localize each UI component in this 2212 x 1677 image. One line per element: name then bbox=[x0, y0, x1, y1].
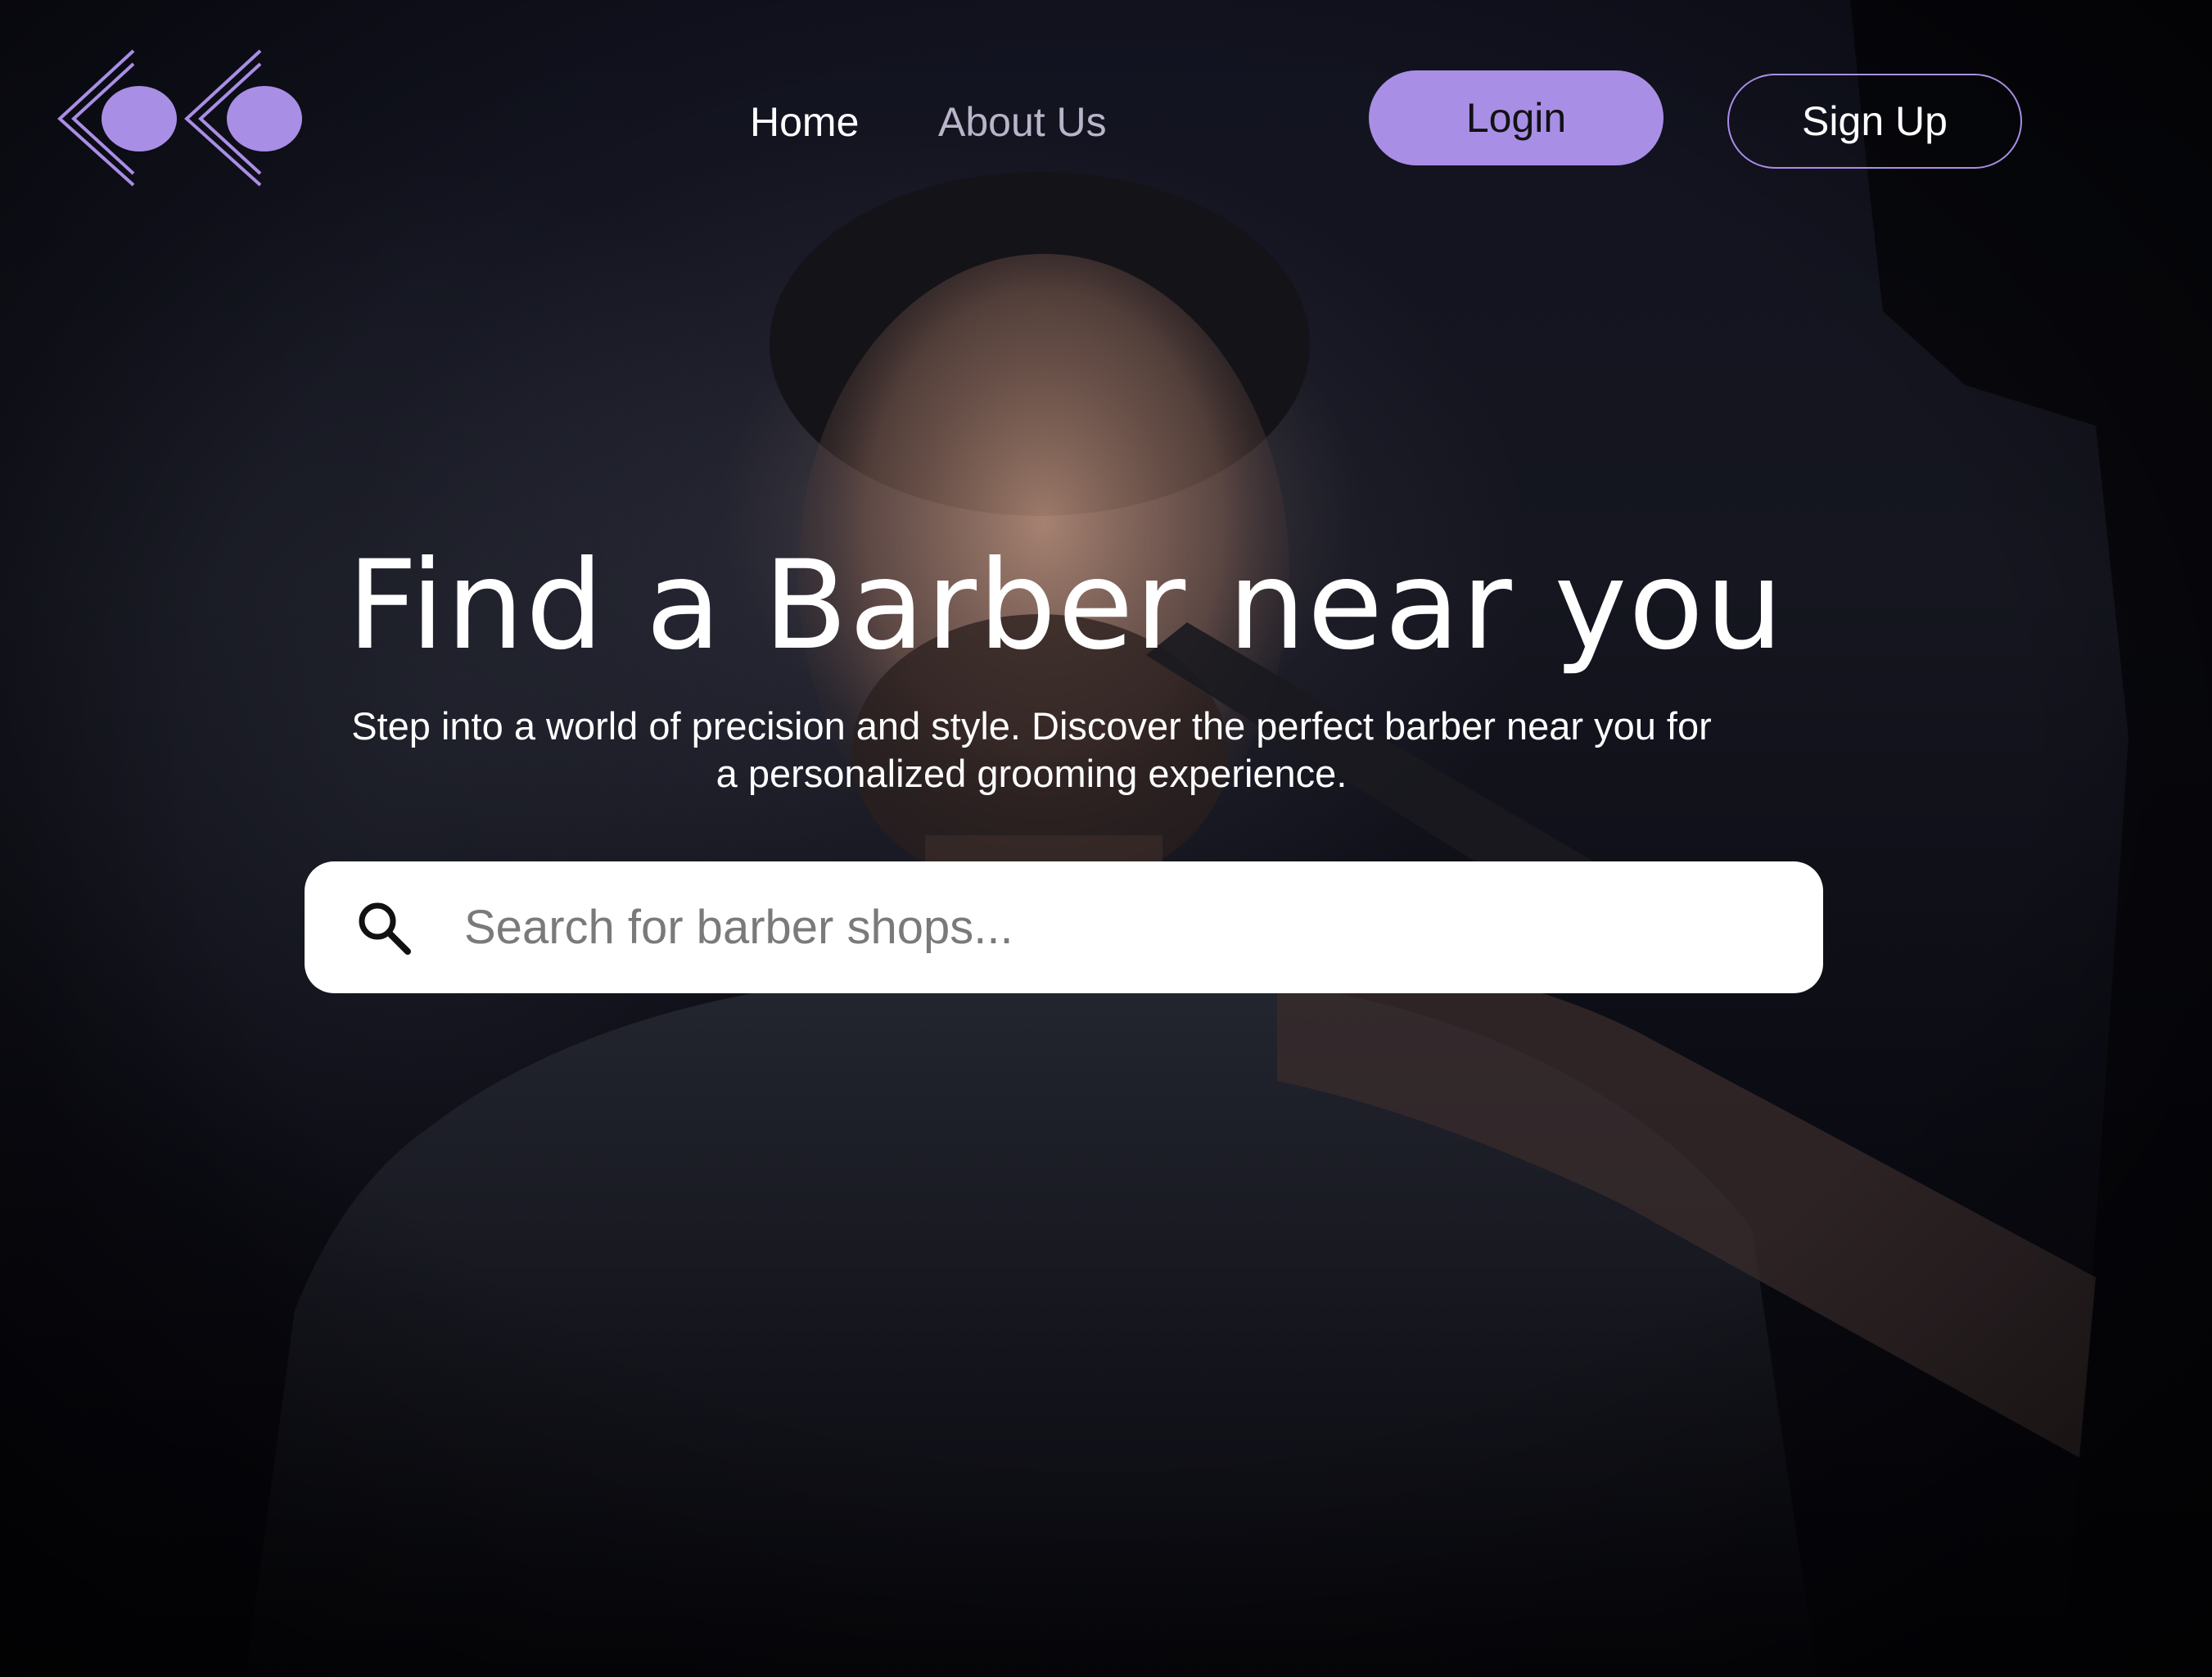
login-button-label: Login bbox=[1465, 95, 1567, 141]
signup-button[interactable]: Sign Up bbox=[1727, 74, 2022, 169]
search-icon[interactable] bbox=[355, 899, 413, 956]
logo[interactable] bbox=[56, 49, 309, 188]
barber-scene-illustration bbox=[0, 0, 2212, 1677]
landing-page: Home About Us Login Sign Up Find a Barbe… bbox=[0, 0, 2212, 1677]
search-input[interactable] bbox=[464, 886, 1774, 968]
nav-home-link[interactable]: Home bbox=[750, 92, 859, 152]
search-bar bbox=[305, 861, 1823, 993]
hero-background-photo bbox=[0, 0, 2212, 1677]
signup-button-label: Sign Up bbox=[1802, 98, 1948, 144]
nav-about-link[interactable]: About Us bbox=[938, 92, 1107, 152]
hero-title: Find a Barber near you bbox=[346, 535, 1785, 677]
logo-icon bbox=[57, 49, 302, 187]
login-button[interactable]: Login bbox=[1369, 70, 1664, 165]
hero-subtitle: Step into a world of precision and style… bbox=[351, 704, 1712, 795]
